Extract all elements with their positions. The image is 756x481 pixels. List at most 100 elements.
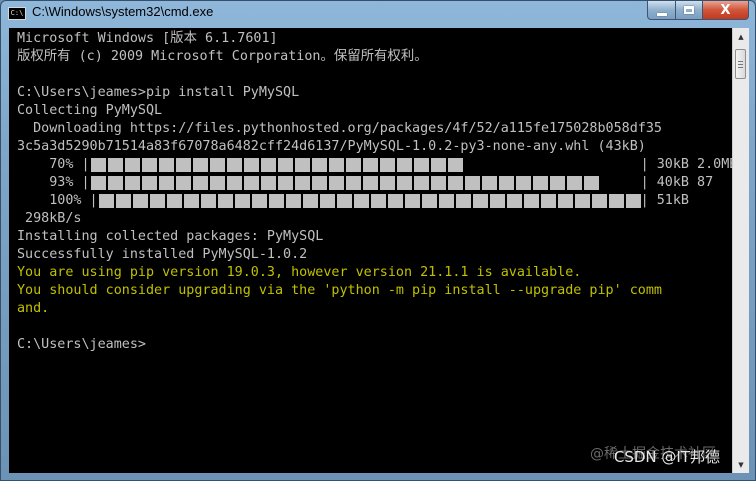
progress-block: [379, 158, 395, 172]
progress-block: [302, 194, 318, 208]
progress-block: [251, 194, 267, 208]
console-line: 298kB/s: [17, 211, 82, 226]
scroll-thumb[interactable]: [735, 49, 746, 79]
maximize-button[interactable]: [676, 1, 703, 20]
progress-block: [141, 158, 157, 172]
progress-block: [506, 194, 522, 208]
close-button[interactable]: X: [703, 1, 749, 20]
progress-block: [362, 158, 378, 172]
window-controls: X: [647, 1, 749, 21]
progress-block: [345, 176, 361, 190]
progress-block: [328, 176, 344, 190]
watermark: @稀土掘金技术社区 CSDN @IT邦德: [590, 446, 720, 467]
scroll-down-button[interactable]: ▼: [733, 456, 749, 473]
console-line: Installing collected packages: PyMySQL: [17, 229, 324, 244]
progress-block: [200, 194, 216, 208]
progress-block: [447, 176, 463, 190]
cmd-window: C:\ C:\Windows\system32\cmd.exe X Micros…: [0, 0, 756, 481]
console-line: C:\Users\jeames>: [17, 337, 146, 352]
progress-block: [175, 158, 191, 172]
console-line: You should consider upgrading via the 'p…: [17, 283, 662, 298]
progress-bar: [98, 194, 641, 208]
progress-block: [277, 176, 293, 190]
progress-block: [285, 194, 301, 208]
progress-block: [217, 194, 233, 208]
progress-block: [447, 158, 463, 172]
progress-block: [404, 194, 420, 208]
progress-block: [379, 176, 395, 190]
progress-block: [124, 176, 140, 190]
progress-block: [294, 158, 310, 172]
progress-block: [464, 176, 480, 190]
progress-block: [430, 158, 446, 172]
progress-block: [608, 194, 624, 208]
vertical-scrollbar[interactable]: ▲ ▼: [732, 28, 749, 473]
thumb-grip-icon: [738, 67, 743, 68]
console-line: 3c5a3d5290b71514a83f67078a6482cff24d6137…: [17, 139, 646, 154]
close-icon: X: [720, 2, 731, 18]
progress-block: [158, 176, 174, 190]
progress-block: [472, 194, 488, 208]
progress-block: [498, 176, 514, 190]
progress-block: [149, 194, 165, 208]
progress-block: [192, 176, 208, 190]
progress-block: [557, 194, 573, 208]
progress-block: [260, 176, 276, 190]
progress-block: [234, 194, 250, 208]
progress-block: [192, 158, 208, 172]
progress-block: [311, 176, 327, 190]
thumb-grip-icon: [738, 61, 743, 62]
progress-bar: [90, 176, 633, 190]
progress-block: [353, 194, 369, 208]
progress-block: [455, 194, 471, 208]
progress-block: [328, 158, 344, 172]
title-bar[interactable]: C:\ C:\Windows\system32\cmd.exe X: [1, 1, 755, 28]
progress-block: [311, 158, 327, 172]
console-line: Downloading https://files.pythonhosted.o…: [17, 121, 662, 136]
progress-block: [387, 194, 403, 208]
progress-block: [574, 194, 590, 208]
progress-block: [438, 194, 454, 208]
progress-block: [226, 158, 242, 172]
scroll-up-button[interactable]: ▲: [733, 28, 749, 45]
progress-line: 70% | | 30kB 2.0MB/s e: [17, 156, 732, 174]
progress-block: [625, 194, 641, 208]
progress-block: [430, 176, 446, 190]
console-area[interactable]: Microsoft Windows [版本 6.1.7601] 版权所有 (c) …: [9, 28, 732, 473]
thumb-grip-icon: [738, 64, 743, 65]
up-arrow-icon: ▲: [738, 32, 744, 41]
progress-block: [98, 194, 114, 208]
progress-block: [166, 194, 182, 208]
cmd-app-icon[interactable]: C:\: [8, 7, 26, 20]
progress-block: [489, 194, 505, 208]
progress-block: [132, 194, 148, 208]
minimize-icon: [656, 12, 667, 16]
maximize-icon: [684, 6, 694, 14]
progress-block: [268, 194, 284, 208]
progress-block: [523, 194, 539, 208]
progress-block: [277, 158, 293, 172]
console-output: Microsoft Windows [版本 6.1.7601] 版权所有 (c) …: [17, 30, 732, 354]
progress-block: [481, 176, 497, 190]
progress-block: [260, 158, 276, 172]
progress-block: [396, 158, 412, 172]
progress-block: [413, 158, 429, 172]
progress-block: [294, 176, 310, 190]
progress-block: [243, 158, 259, 172]
progress-block: [226, 176, 242, 190]
progress-block: [90, 158, 106, 172]
progress-label: 93% |: [17, 175, 90, 190]
progress-block: [566, 176, 582, 190]
progress-block: [396, 176, 412, 190]
console-line: You are using pip version 19.0.3, howeve…: [17, 265, 582, 280]
progress-block: [209, 158, 225, 172]
progress-block: [107, 176, 123, 190]
minimize-button[interactable]: [647, 1, 676, 20]
progress-block: [319, 194, 335, 208]
progress-suffix: | 30kB 2.0MB/s e: [640, 157, 732, 172]
progress-block: [175, 176, 191, 190]
progress-block: [515, 176, 531, 190]
progress-block: [209, 176, 225, 190]
progress-block: [549, 176, 565, 190]
